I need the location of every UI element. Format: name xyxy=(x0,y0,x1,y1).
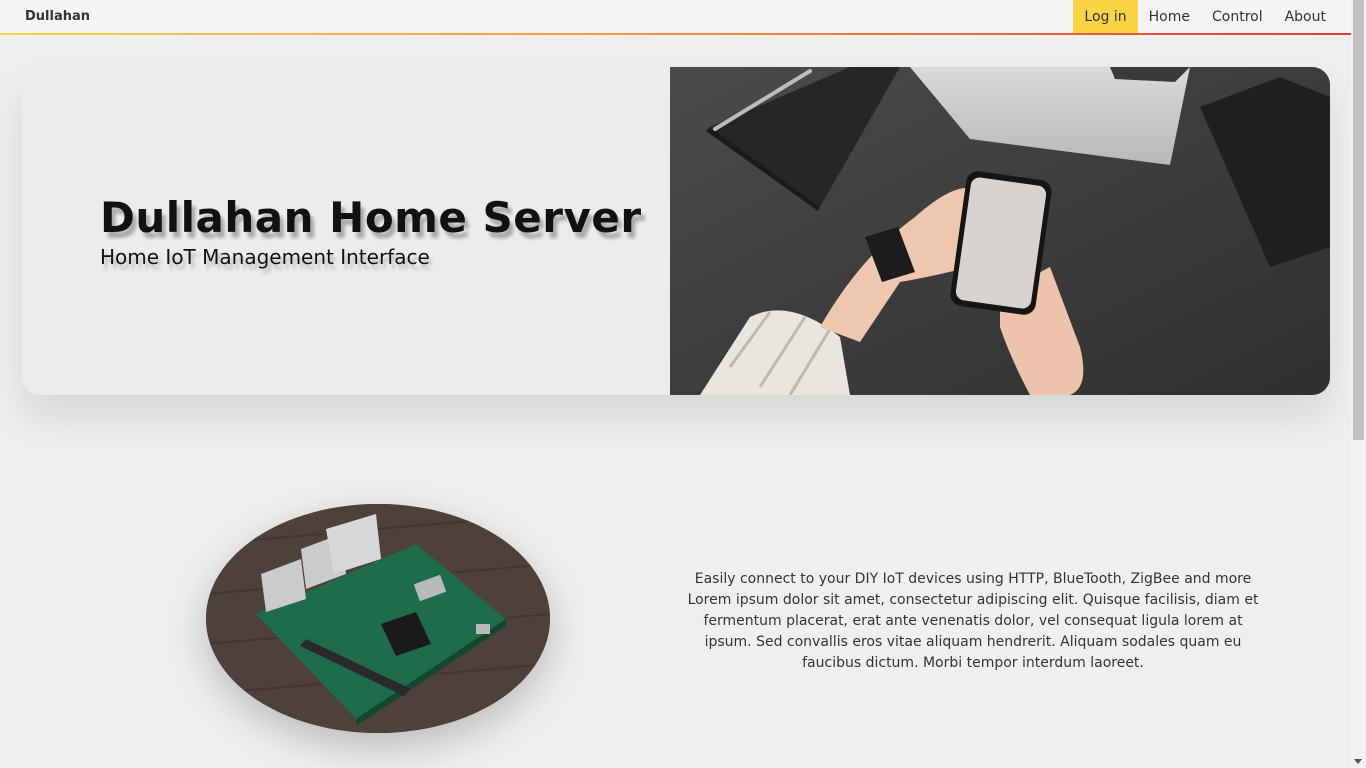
hero-title: Dullahan Home Server xyxy=(100,193,642,242)
hero-text: Dullahan Home Server Home IoT Management… xyxy=(100,193,642,270)
nav-links: Log in Home Control About xyxy=(1073,0,1337,33)
scrollbar-thumb[interactable] xyxy=(1353,0,1364,440)
page-scrollbar[interactable] xyxy=(1351,0,1366,768)
hero-subtitle: Home IoT Management Interface xyxy=(100,245,430,269)
nav-about-link[interactable]: About xyxy=(1274,0,1337,33)
raspberry-pi-photo xyxy=(206,504,550,733)
nav-control-link[interactable]: Control xyxy=(1201,0,1274,33)
hero-photo-phone-desk xyxy=(670,67,1330,395)
top-navbar: Dullahan Log in Home Control About xyxy=(0,0,1351,35)
nav-home-link[interactable]: Home xyxy=(1138,0,1201,33)
brand-logo[interactable]: Dullahan xyxy=(0,0,90,33)
nav-login-link[interactable]: Log in xyxy=(1073,0,1138,33)
hero-card: Dullahan Home Server Home IoT Management… xyxy=(22,67,1330,395)
feature-description: Easily connect to your DIY IoT devices u… xyxy=(687,571,1259,671)
scroll-down-arrow-icon[interactable] xyxy=(1354,759,1362,764)
